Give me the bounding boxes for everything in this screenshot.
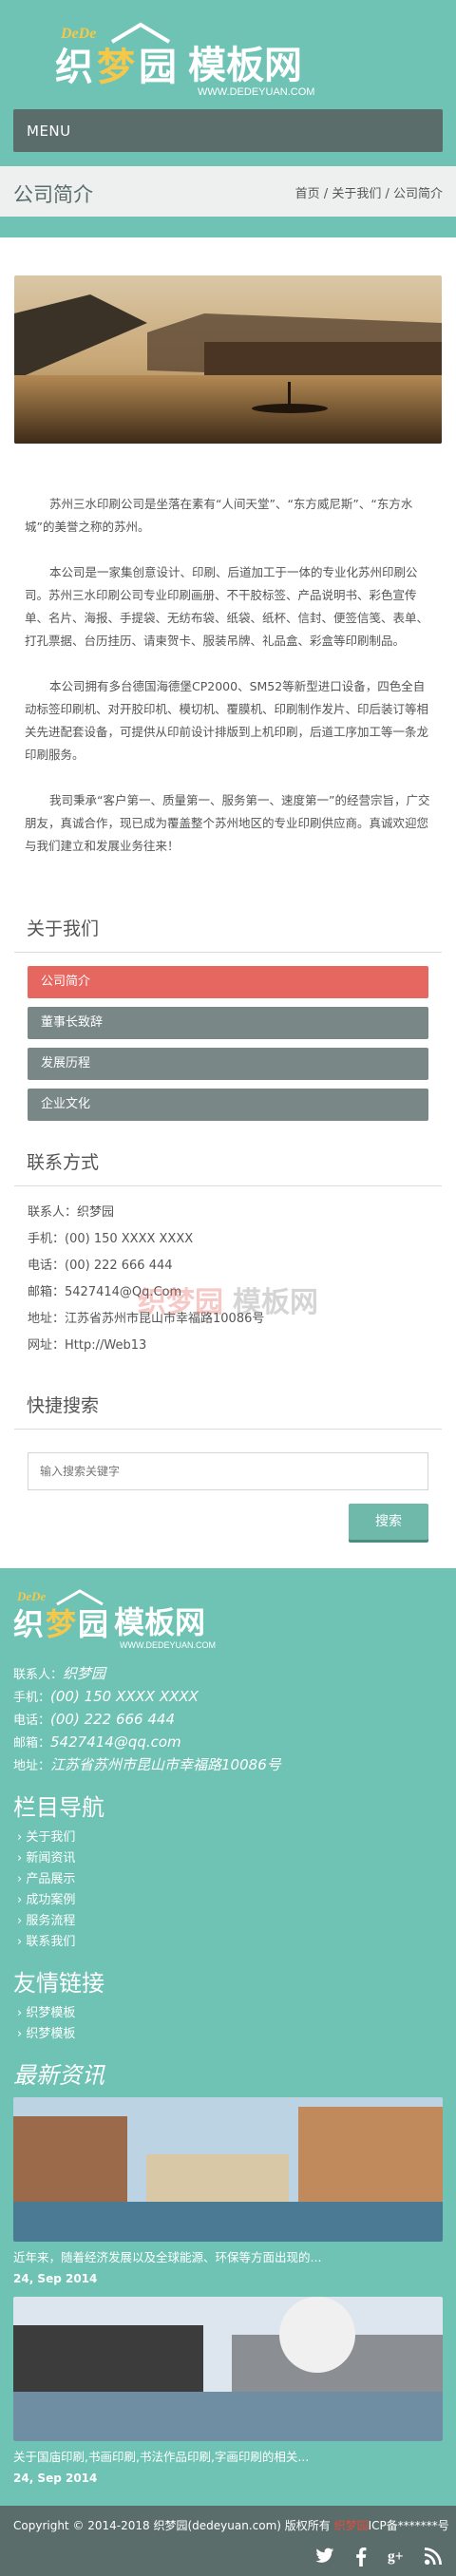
footer-nav-item[interactable]: 新闻资讯 <box>17 1848 443 1869</box>
page-title-strip: 公司简介 首页 / 关于我们 / 公司简介 <box>0 166 456 217</box>
article-body: 苏州三水印刷公司是坐落在素有“人间天堂”、“东方威尼斯”、“东方水城”的美誉之称… <box>0 493 456 858</box>
google-plus-icon[interactable]: g+ <box>388 2548 407 2571</box>
contact-person: 联系人：织梦园 <box>28 1205 115 1220</box>
svg-text:模板网: 模板网 <box>188 44 302 87</box>
footer-nav-item[interactable]: 联系我们 <box>17 1932 443 1953</box>
twitter-icon[interactable] <box>315 2548 334 2571</box>
footer-nav-item[interactable]: 产品展示 <box>17 1869 443 1890</box>
rss-icon[interactable] <box>424 2548 443 2571</box>
article-paragraph: 本公司拥有多台德国海德堡CP2000、SM52等新型进口设备，四色全自动标签印刷… <box>25 679 429 762</box>
footer-contact: 联系人：织梦园 手机：(00) 150 XXXX XXXX 电话：(00) 22… <box>13 1665 281 1773</box>
about-nav: 公司简介 董事长致辞 发展历程 企业文化 <box>14 953 442 1121</box>
breadcrumb: 首页 / 关于我们 / 公司简介 <box>294 187 443 201</box>
footer-link-item[interactable]: 织梦模板 <box>17 2024 443 2045</box>
footer-logo[interactable]: DeDe 织 梦 园 模板网 WWW.DEDEYUAN.COM <box>13 1587 270 1654</box>
facebook-icon[interactable] <box>352 2548 370 2571</box>
footer-contact-name: 织梦园 <box>63 1665 106 1682</box>
news-date: 24, Sep 2014 <box>13 2272 98 2285</box>
svg-text:织: 织 <box>55 46 93 89</box>
svg-text:DeDe: DeDe <box>60 26 96 42</box>
svg-text:WWW.DEDEYUAN.COM: WWW.DEDEYUAN.COM <box>120 1640 216 1650</box>
article-paragraph: 苏州三水印刷公司是坐落在素有“人间天堂”、“东方威尼斯”、“东方水城”的美誉之称… <box>25 497 413 534</box>
contact-title: 联系方式 <box>14 1129 442 1186</box>
svg-text:DeDe: DeDe <box>16 1589 47 1603</box>
watermark-logo: 织梦园 模板网 <box>138 1286 318 1319</box>
site-header: DeDe 织 梦 园 模板网 WWW.DEDEYUAN.COM MENU 公司简… <box>0 0 456 237</box>
svg-text:园: 园 <box>78 1606 108 1642</box>
footer-email[interactable]: 5427414@qq.com <box>50 1733 181 1751</box>
footer-link-item[interactable]: 织梦模板 <box>17 2003 443 2024</box>
svg-text:模板网: 模板网 <box>114 1604 205 1640</box>
about-title: 关于我们 <box>14 896 442 953</box>
news-title[interactable]: 关于国庙印刷,书画印刷,书法作品印刷,字画印刷的相关... <box>13 2447 443 2468</box>
footer-nav-item[interactable]: 服务流程 <box>17 1911 443 1932</box>
svg-text:织: 织 <box>13 1606 44 1642</box>
news-image[interactable] <box>13 2297 443 2441</box>
footer-nav-item[interactable]: 成功案例 <box>17 1890 443 1911</box>
search-input[interactable] <box>28 1452 428 1490</box>
svg-text:园: 园 <box>139 46 177 89</box>
menu-bar[interactable]: MENU <box>13 109 443 152</box>
search-title: 快捷搜索 <box>14 1373 442 1430</box>
social-links: g+ <box>315 2548 443 2571</box>
footer-nav-item[interactable]: 关于我们 <box>17 1828 443 1848</box>
footer-address: 江苏省苏州市昆山市幸福路10086号 <box>50 1756 281 1773</box>
breadcrumb-current: 公司简介 <box>392 187 443 201</box>
copyright-text: Copyright © 2014-2018 织梦园(dedeyuan.com) … <box>13 2519 449 2532</box>
sidebar-item-chairman-speech[interactable]: 董事长致辞 <box>28 1007 428 1039</box>
footer-mobile: (00) 150 XXXX XXXX <box>50 1688 199 1705</box>
breadcrumb-about[interactable]: 关于我们 <box>332 187 381 201</box>
article-paragraph: 本公司是一家集创意设计、印刷、后道加工于一体的专业化苏州印刷公司。苏州三水印刷公… <box>25 565 429 648</box>
about-section: 关于我们 公司简介 董事长致辞 发展历程 企业文化 联系方式 织梦园 模板网 联… <box>14 896 442 1568</box>
hero-image <box>14 275 442 444</box>
footer-nav: 关于我们 新闻资讯 产品展示 成功案例 服务流程 联系我们 <box>13 1828 443 1953</box>
sidebar-item-culture[interactable]: 企业文化 <box>28 1089 428 1121</box>
news-date: 24, Sep 2014 <box>13 2472 98 2485</box>
menu-label[interactable]: MENU <box>27 123 71 140</box>
page-title: 公司简介 <box>13 183 93 206</box>
svg-text:织梦园: 织梦园 <box>138 1286 223 1319</box>
article-paragraph: 我司秉承“客户第一、质量第一、服务第一、速度第一”的经营宗旨，广交朋友，真诚合作… <box>25 793 430 853</box>
svg-text:梦: 梦 <box>46 1606 76 1642</box>
sidebar-item-company-profile[interactable]: 公司简介 <box>28 966 428 998</box>
footer-links-title: 友情链接 <box>13 1970 104 1997</box>
search-form: 搜索 <box>14 1430 442 1568</box>
contact-info: 织梦园 模板网 联系人：织梦园 手机：(00) 150 XXXX XXXX 电话… <box>14 1186 442 1359</box>
news-title[interactable]: 近年来，随着经济发展以及全球能源、环保等方面出现的... <box>13 2247 443 2268</box>
svg-text:模板网: 模板网 <box>233 1286 318 1319</box>
breadcrumb-home[interactable]: 首页 <box>295 187 320 201</box>
svg-text:g+: g+ <box>388 2548 403 2565</box>
footer-links: 织梦模板 织梦模板 <box>13 2003 443 2045</box>
site-footer: DeDe 织 梦 园 模板网 WWW.DEDEYUAN.COM 联系人：织梦园 … <box>0 1568 456 2506</box>
copyright-bar: Copyright © 2014-2018 织梦园(dedeyuan.com) … <box>0 2506 456 2576</box>
svg-text:WWW.DEDEYUAN.COM: WWW.DEDEYUAN.COM <box>198 86 314 98</box>
contact-website: 网址：Http://Web13 <box>28 1338 147 1353</box>
news-image[interactable] <box>13 2097 443 2242</box>
footer-news-title: 最新资讯 <box>13 2062 104 2089</box>
svg-text:梦: 梦 <box>97 46 135 89</box>
search-button[interactable]: 搜索 <box>349 1504 428 1540</box>
footer-nav-title: 栏目导航 <box>13 1794 104 1821</box>
sidebar-item-history[interactable]: 发展历程 <box>28 1048 428 1080</box>
footer-phone: (00) 222 666 444 <box>50 1711 176 1728</box>
site-logo[interactable]: DeDe 织 梦 园 模板网 WWW.DEDEYUAN.COM <box>55 21 397 102</box>
contact-mobile: 手机：(00) 150 XXXX XXXX <box>28 1232 194 1246</box>
